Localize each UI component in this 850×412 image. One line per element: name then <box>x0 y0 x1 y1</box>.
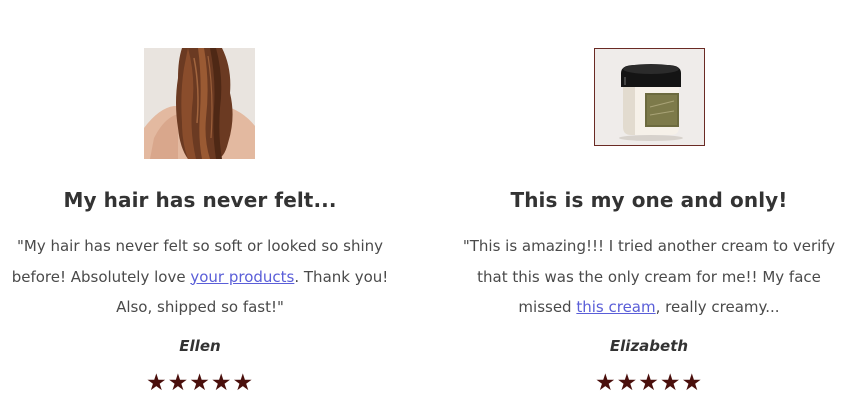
testimonials-section: My hair has never felt... "My hair has n… <box>0 0 850 412</box>
star-icon: ★ <box>681 370 704 396</box>
review-quote: "This is amazing!!! I tried another crea… <box>457 231 841 323</box>
long-hair-photo <box>144 48 255 159</box>
star-icon: ★ <box>210 370 233 396</box>
this-cream-link[interactable]: this cream <box>576 298 655 316</box>
star-icon: ★ <box>145 370 168 396</box>
review-author: Ellen <box>179 337 221 355</box>
rating-stars: ★★★★★ <box>449 370 849 396</box>
your-products-link[interactable]: your products <box>190 268 294 286</box>
review-author: Elizabeth <box>609 337 689 355</box>
review-quote-text-end: , really creamy... <box>655 298 780 316</box>
review-image-hair <box>144 48 255 159</box>
star-icon: ★ <box>638 370 660 396</box>
cream-jar-photo <box>595 49 704 145</box>
star-icon: ★ <box>594 370 617 396</box>
review-card-ellen: My hair has never felt... "My hair has n… <box>0 0 400 412</box>
review-image-cream <box>594 48 705 146</box>
star-icon: ★ <box>616 370 639 396</box>
star-icon: ★ <box>659 370 682 396</box>
star-icon: ★ <box>232 370 255 396</box>
review-title: This is my one and only! <box>510 188 788 212</box>
review-title: My hair has never felt... <box>63 188 337 212</box>
review-card-elizabeth: This is my one and only! "This is amazin… <box>449 0 849 412</box>
rating-stars: ★★★★★ <box>0 370 400 396</box>
review-quote: "My hair has never felt so soft or looke… <box>8 231 392 323</box>
star-icon: ★ <box>167 370 190 396</box>
star-icon: ★ <box>189 370 211 396</box>
